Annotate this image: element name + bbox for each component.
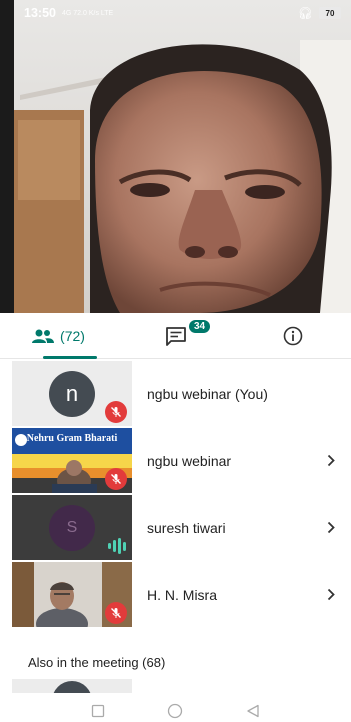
battery-icon: 70: [319, 7, 341, 19]
section-heading: Also in the meeting (68): [28, 655, 166, 670]
home-icon[interactable]: [167, 703, 183, 719]
participant-row[interactable]: S suresh tiwari: [0, 494, 351, 561]
participant-thumbnail: Nehru Gram Bharati: [12, 428, 132, 493]
participant-name: suresh tiwari: [147, 519, 226, 536]
participant-name: ngbu webinar (You): [147, 385, 268, 402]
network-indicator: 4G 72.0 K/s LTE: [61, 9, 114, 17]
participant-row[interactable]: H. N. Misra: [0, 561, 351, 628]
chat-unread-badge: 34: [187, 318, 213, 335]
participant-name: H. N. Misra: [147, 586, 217, 603]
status-time: 13:50: [24, 6, 56, 20]
people-icon: [32, 329, 55, 343]
meet-screen: 13:50 4G 72.0 K/s LTE 🎧︎ 70 (72) 34 n ng…: [0, 0, 351, 722]
participant-thumbnail: [12, 679, 132, 693]
chevron-right-icon[interactable]: [321, 521, 341, 534]
avatar: n: [49, 371, 95, 417]
chat-icon: [165, 326, 186, 346]
participant-thumbnail: [12, 562, 132, 627]
speaking-indicator-icon: [108, 538, 126, 554]
headphones-icon: 🎧︎: [297, 6, 313, 20]
tab-info[interactable]: [234, 313, 351, 358]
video-frame: [0, 0, 351, 313]
info-icon: [283, 326, 302, 345]
participant-row[interactable]: Nehru Gram Bharati ngbu webinar: [0, 427, 351, 494]
chevron-right-icon[interactable]: [321, 588, 341, 601]
participant-list: n ngbu webinar (You) Nehru Gram Bharati: [0, 360, 351, 628]
main-video-feed[interactable]: [0, 0, 351, 313]
participant-name: ngbu webinar: [147, 452, 232, 469]
system-nav-bar: [0, 700, 351, 722]
tab-chat[interactable]: 34: [117, 313, 234, 358]
status-bar: 13:50 4G 72.0 K/s LTE 🎧︎ 70: [0, 0, 351, 26]
back-icon[interactable]: [246, 704, 260, 718]
people-count: (72): [60, 327, 85, 344]
chevron-right-icon[interactable]: [321, 454, 341, 467]
participant-thumbnail: S: [12, 495, 132, 560]
banner-text: Nehru Gram Bharati: [27, 433, 118, 444]
tab-people[interactable]: (72): [0, 313, 117, 359]
participant-thumbnail: n: [12, 361, 132, 426]
mic-off-icon: [105, 468, 127, 490]
recent-apps-icon[interactable]: [91, 704, 105, 718]
avatar: S: [49, 505, 95, 551]
meeting-tabs: (72) 34: [0, 313, 351, 359]
participant-row[interactable]: n ngbu webinar (You): [0, 360, 351, 427]
mic-off-icon: [105, 401, 127, 423]
mic-off-icon: [105, 602, 127, 624]
